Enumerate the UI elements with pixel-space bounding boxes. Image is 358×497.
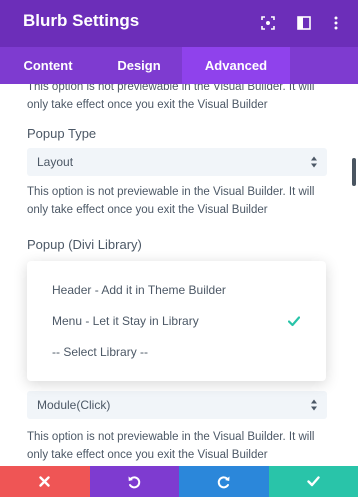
modal-title: Blurb Settings [23, 11, 140, 30]
save-button[interactable] [268, 466, 358, 497]
tab-design[interactable]: Design [96, 47, 182, 84]
modal-footer [0, 466, 358, 497]
dropdown-option-menu[interactable]: Menu - Let it Stay in Library [52, 314, 199, 328]
focus-icon[interactable] [259, 14, 277, 32]
popup-library-label: Popup (Divi Library) [27, 237, 142, 252]
popup-type-description: This option is not previewable in the Vi… [27, 186, 315, 216]
more-vertical-icon[interactable] [327, 14, 345, 32]
undo-button[interactable] [89, 466, 179, 497]
select-arrows-icon [311, 399, 317, 411]
split-view-icon[interactable] [295, 14, 313, 32]
tab-content[interactable]: Content [0, 47, 96, 84]
undo-icon [128, 475, 141, 488]
popup-type-label: Popup Type [27, 126, 97, 141]
check-icon [288, 316, 300, 327]
popup-library-dropdown: Header - Add it in Theme Builder Menu - … [27, 261, 326, 381]
dropdown-option-header[interactable]: Header - Add it in Theme Builder [52, 283, 226, 297]
popup-type-value: Layout [37, 155, 74, 169]
scrollbar-thumb[interactable] [352, 158, 356, 186]
tab-advanced[interactable]: Advanced [182, 47, 290, 84]
popup-type-select[interactable]: Layout [27, 148, 327, 176]
dropdown-option-select-library[interactable]: -- Select Library -- [52, 345, 148, 359]
redo-icon [217, 475, 230, 488]
settings-tabs: Content Design Advanced [0, 47, 358, 84]
trigger-value: Module(Click) [37, 398, 111, 412]
select-arrows-icon [311, 156, 317, 168]
trigger-description: This option is not previewable in the Vi… [27, 431, 315, 461]
field-description: This option is not previewable in the Vi… [27, 84, 315, 111]
trigger-select[interactable]: Module(Click) [27, 391, 327, 419]
redo-button[interactable] [179, 466, 269, 497]
save-check-icon [307, 476, 320, 487]
settings-header: Blurb Settings [0, 0, 358, 47]
close-icon [39, 476, 50, 487]
cancel-button[interactable] [0, 466, 90, 497]
